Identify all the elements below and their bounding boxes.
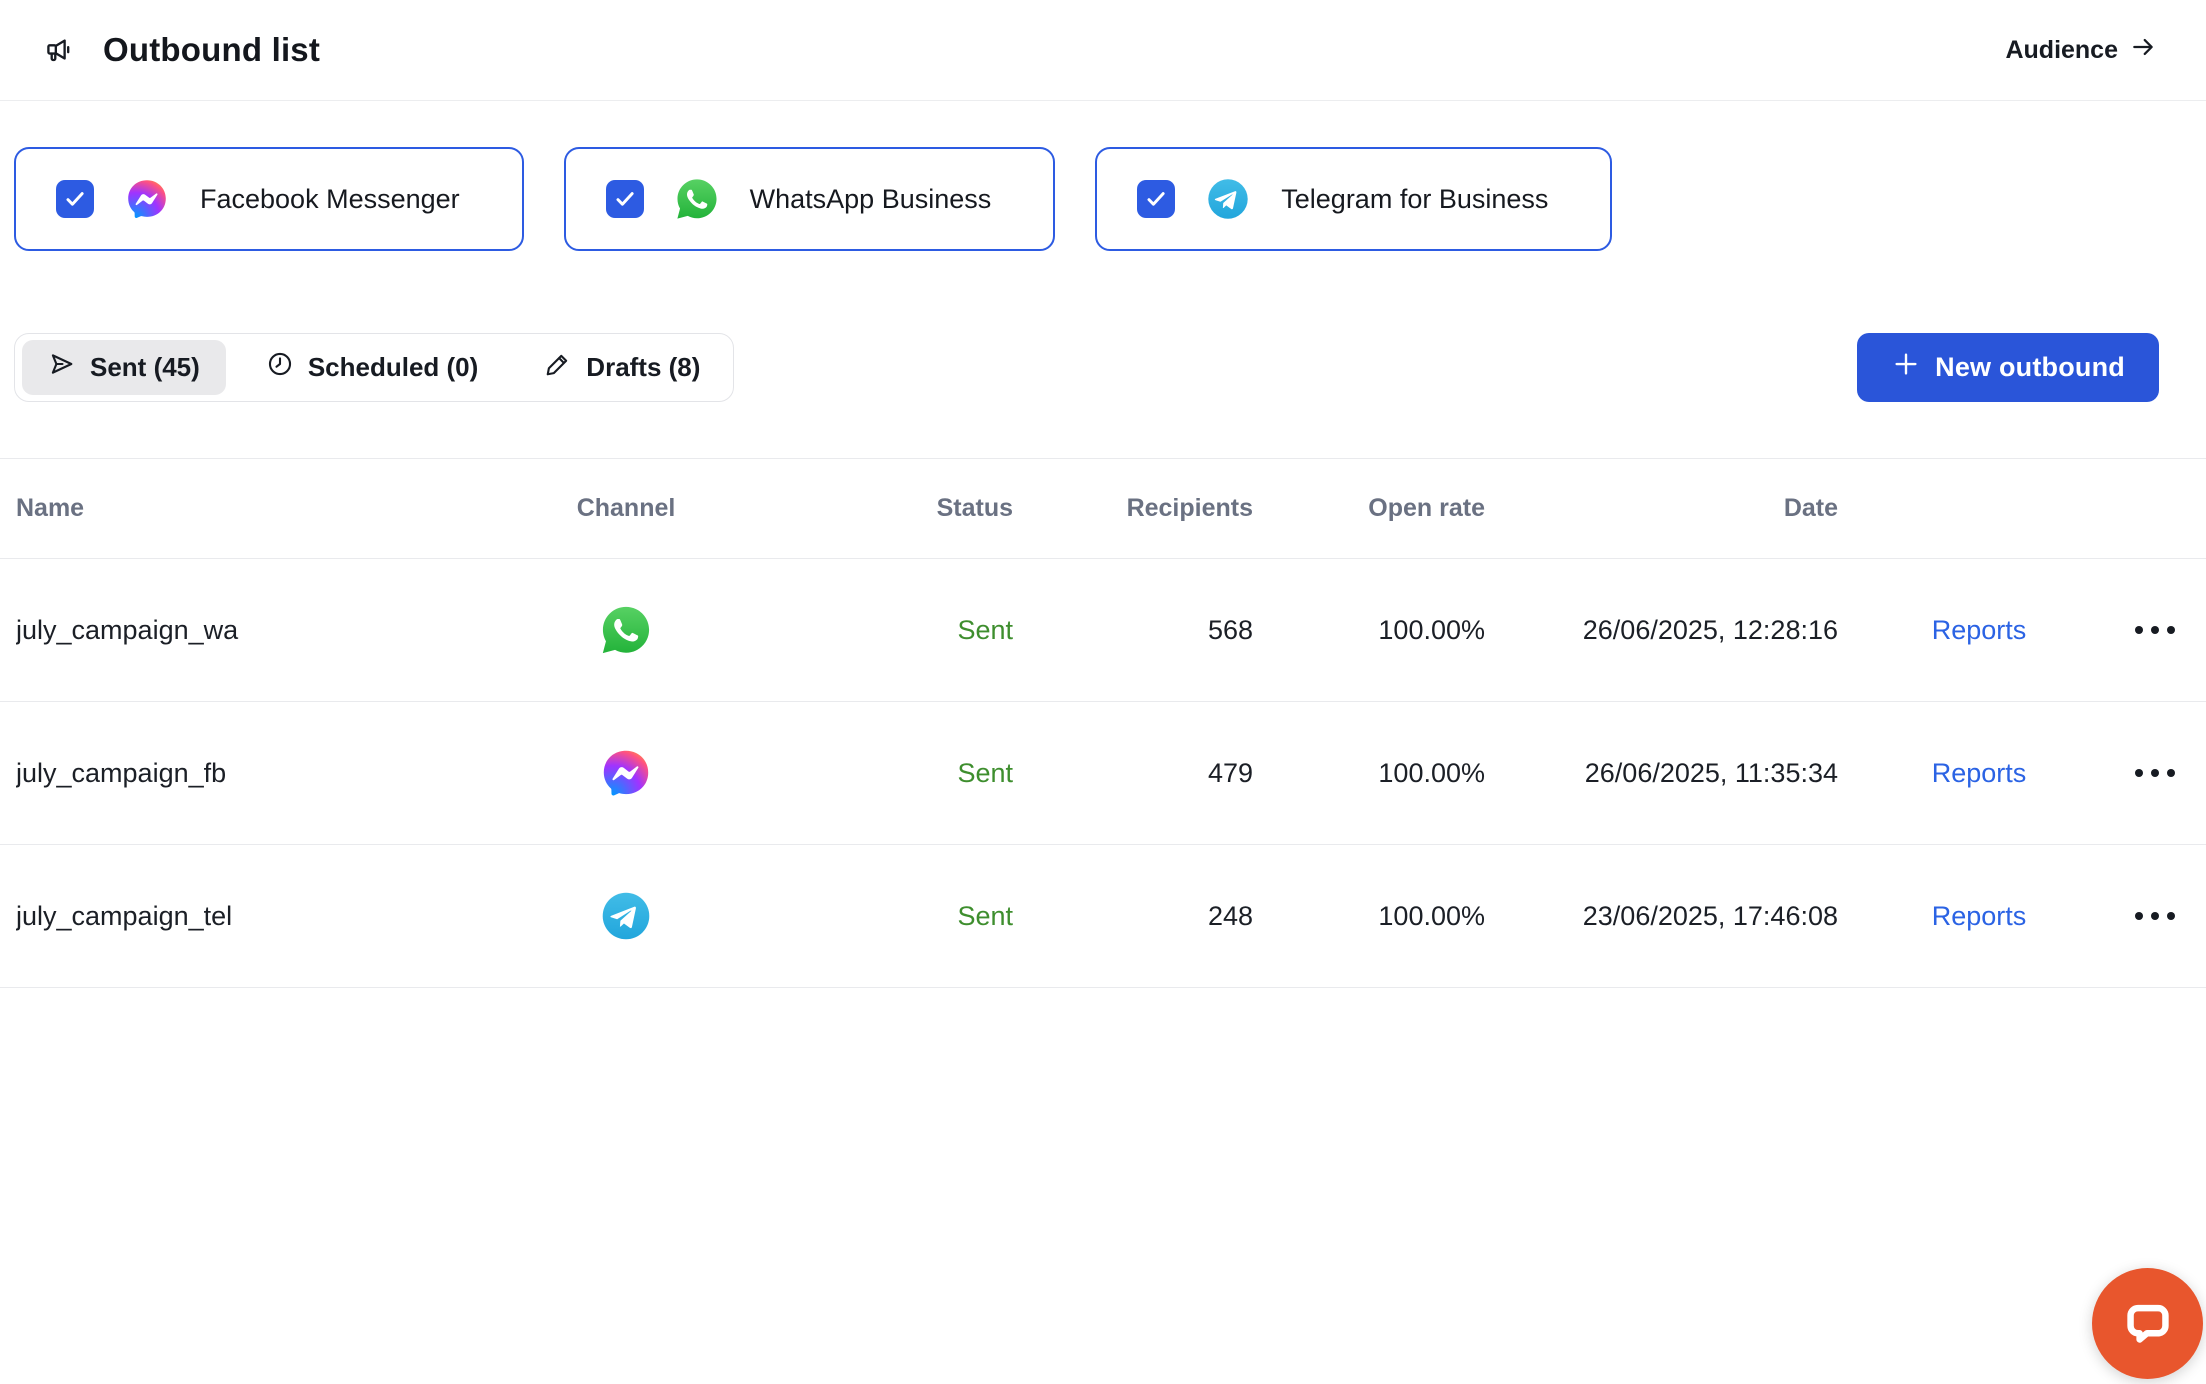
row-menu-button[interactable] xyxy=(2125,616,2185,644)
clock-icon xyxy=(266,350,294,385)
recipients-value: 248 xyxy=(1013,901,1253,932)
whatsapp-icon xyxy=(600,604,652,656)
messenger-icon xyxy=(125,177,169,221)
send-icon xyxy=(48,350,76,385)
status-badge: Sent xyxy=(696,901,1013,932)
reports-link[interactable]: Reports xyxy=(1932,615,2027,646)
row-menu-button[interactable] xyxy=(2125,902,2185,930)
channel-card-whatsapp-business[interactable]: WhatsApp Business xyxy=(564,147,1056,251)
row-menu-button[interactable] xyxy=(2125,759,2185,787)
pencil-icon xyxy=(544,350,572,385)
col-channel: Channel xyxy=(556,494,696,523)
channel-label: Facebook Messenger xyxy=(200,184,460,215)
channel-label: Telegram for Business xyxy=(1281,184,1548,215)
date-value: 23/06/2025, 17:46:08 xyxy=(1485,901,1838,932)
tab-label: Scheduled (0) xyxy=(308,352,478,383)
arrow-right-icon xyxy=(2130,34,2156,67)
audience-link[interactable]: Audience xyxy=(2005,34,2156,67)
open-rate-value: 100.00% xyxy=(1253,901,1485,932)
page-header: Outbound list Audience xyxy=(0,0,2206,101)
table-row: july_campaign_wa Sent 568 100.00% 26/06/… xyxy=(0,559,2206,702)
plus-icon xyxy=(1891,349,1921,386)
table-row: july_campaign_fb Sent 479 100.00% 26/06/… xyxy=(0,702,2206,845)
open-rate-value: 100.00% xyxy=(1253,615,1485,646)
channel-card-telegram-for-business[interactable]: Telegram for Business xyxy=(1095,147,1612,251)
reports-link[interactable]: Reports xyxy=(1932,758,2027,789)
channel-label: WhatsApp Business xyxy=(750,184,992,215)
whatsapp-icon xyxy=(675,177,719,221)
tab-label: Drafts (8) xyxy=(586,352,700,383)
campaign-name: july_campaign_fb xyxy=(16,758,556,789)
checkbox-checked[interactable] xyxy=(606,180,644,218)
recipients-value: 568 xyxy=(1013,615,1253,646)
megaphone-icon xyxy=(44,34,77,67)
tab-drafts[interactable]: Drafts (8) xyxy=(518,340,726,395)
table-header-row: Name Channel Status Recipients Open rate… xyxy=(0,458,2206,559)
tab-scheduled[interactable]: Scheduled (0) xyxy=(240,340,504,395)
col-recipients: Recipients xyxy=(1013,494,1253,523)
tabs: Sent (45) Scheduled (0) Drafts (8) xyxy=(14,333,734,402)
col-open-rate: Open rate xyxy=(1253,494,1485,523)
campaign-table: Name Channel Status Recipients Open rate… xyxy=(0,458,2206,988)
telegram-icon xyxy=(600,890,652,942)
new-outbound-label: New outbound xyxy=(1935,352,2125,383)
open-rate-value: 100.00% xyxy=(1253,758,1485,789)
col-date: Date xyxy=(1485,494,1838,523)
page-title: Outbound list xyxy=(103,31,320,69)
date-value: 26/06/2025, 11:35:34 xyxy=(1485,758,1838,789)
audience-link-label: Audience xyxy=(2005,36,2118,65)
chat-widget-button[interactable] xyxy=(2092,1268,2203,1379)
campaign-name: july_campaign_wa xyxy=(16,615,556,646)
chat-bubble-icon xyxy=(2117,1290,2179,1357)
date-value: 26/06/2025, 12:28:16 xyxy=(1485,615,1838,646)
tab-sent[interactable]: Sent (45) xyxy=(22,340,226,395)
telegram-icon xyxy=(1206,177,1250,221)
tab-label: Sent (45) xyxy=(90,352,200,383)
campaign-name: july_campaign_tel xyxy=(16,901,556,932)
status-badge: Sent xyxy=(696,758,1013,789)
status-badge: Sent xyxy=(696,615,1013,646)
channel-card-facebook-messenger[interactable]: Facebook Messenger xyxy=(14,147,524,251)
messenger-icon xyxy=(600,747,652,799)
table-row: july_campaign_tel Sent 248 100.00% 23/06… xyxy=(0,845,2206,988)
reports-link[interactable]: Reports xyxy=(1932,901,2027,932)
checkbox-checked[interactable] xyxy=(56,180,94,218)
col-name: Name xyxy=(16,494,556,523)
checkbox-checked[interactable] xyxy=(1137,180,1175,218)
col-status: Status xyxy=(696,494,1013,523)
new-outbound-button[interactable]: New outbound xyxy=(1857,333,2159,402)
channel-filters: Facebook Messenger WhatsApp Business xyxy=(14,147,2206,251)
toolbar: Sent (45) Scheduled (0) Drafts (8) New o… xyxy=(0,333,2206,402)
recipients-value: 479 xyxy=(1013,758,1253,789)
